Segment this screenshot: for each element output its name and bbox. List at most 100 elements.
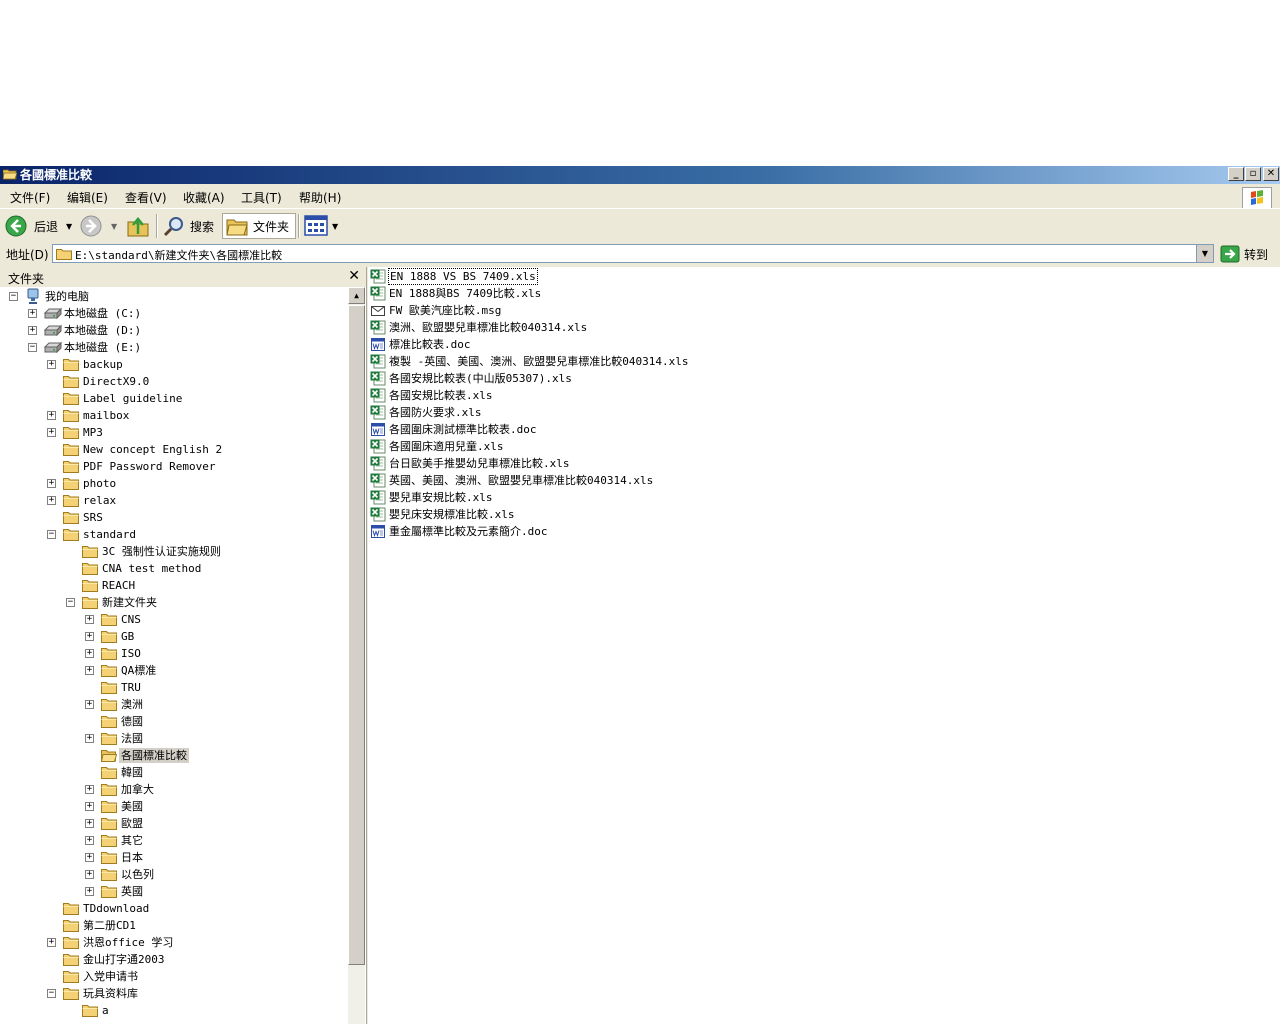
expand-icon[interactable]: +: [85, 887, 94, 896]
tree-item[interactable]: + 法國: [0, 730, 348, 747]
tree-item[interactable]: PDF Password Remover: [0, 458, 348, 475]
expand-icon[interactable]: +: [47, 938, 56, 947]
tree-item[interactable]: DirectX9.0: [0, 373, 348, 390]
menu-view[interactable]: 查看(V): [125, 189, 167, 206]
tree-item[interactable]: − 本地磁盘 (E:): [0, 339, 348, 356]
tree-item[interactable]: + 本地磁盘 (D:): [0, 322, 348, 339]
expand-icon[interactable]: +: [85, 734, 94, 743]
file-item[interactable]: FW 歐美汽座比較.msg: [370, 302, 502, 319]
tree-item[interactable]: + GB: [0, 628, 348, 645]
tree-item[interactable]: − 玩具资料库: [0, 985, 348, 1002]
menu-favorites[interactable]: 收藏(A): [183, 189, 225, 206]
tree-item[interactable]: 第二册CD1: [0, 917, 348, 934]
tree-item[interactable]: REACH: [0, 577, 348, 594]
file-item[interactable]: 各國圍床適用兒童.xls: [370, 438, 505, 455]
file-item[interactable]: 各國安規比較表.xls: [370, 387, 494, 404]
views-dropdown-icon[interactable]: ▼: [332, 222, 338, 231]
expand-icon[interactable]: +: [28, 326, 37, 335]
minimize-button[interactable]: _: [1228, 167, 1244, 181]
tree-item[interactable]: + 加拿大: [0, 781, 348, 798]
folder-pane-close-icon[interactable]: ✕: [348, 268, 360, 284]
tree-item[interactable]: − 我的电脑: [0, 288, 348, 305]
menu-file[interactable]: 文件(F): [10, 189, 50, 206]
address-input[interactable]: E:\standard\新建文件夹\各國標准比較 ▼: [52, 244, 1214, 263]
tree-item[interactable]: 金山打字通2003: [0, 951, 348, 968]
tree-item[interactable]: CNA test method: [0, 560, 348, 577]
tree-item[interactable]: + CNS: [0, 611, 348, 628]
views-button[interactable]: ▼: [304, 213, 338, 239]
tree-item[interactable]: 入党申请书: [0, 968, 348, 985]
tree-item[interactable]: + photo: [0, 475, 348, 492]
expand-icon[interactable]: +: [85, 615, 94, 624]
tree-item[interactable]: + 其它: [0, 832, 348, 849]
up-folder-button[interactable]: [126, 213, 150, 239]
file-item[interactable]: 複製 -英國、美國、澳洲、歐盟嬰兒車標准比較040314.xls: [370, 353, 689, 370]
tree-item[interactable]: + 以色列: [0, 866, 348, 883]
tree-item[interactable]: + 洪恩office 学习: [0, 934, 348, 951]
tree-item[interactable]: 3C 强制性认证实施规则: [0, 543, 348, 560]
file-item[interactable]: 澳洲、歐盟嬰兒車標准比較040314.xls: [370, 319, 588, 336]
tree-item[interactable]: a: [0, 1002, 348, 1019]
file-item[interactable]: EN 1888與BS 7409比較.xls: [370, 285, 542, 302]
tree-item[interactable]: New concept English 2: [0, 441, 348, 458]
tree-item[interactable]: + QA標准: [0, 662, 348, 679]
tree-item[interactable]: TDdownload: [0, 900, 348, 917]
tree-item[interactable]: + mailbox: [0, 407, 348, 424]
expand-icon[interactable]: +: [47, 428, 56, 437]
back-button[interactable]: 后退 ▼: [4, 213, 72, 239]
tree-item[interactable]: 各國標准比較: [0, 747, 348, 764]
tree-item[interactable]: + 日本: [0, 849, 348, 866]
file-item[interactable]: 嬰兒床安規標准比較.xls: [370, 506, 516, 523]
expand-icon[interactable]: +: [47, 479, 56, 488]
collapse-icon[interactable]: −: [66, 598, 75, 607]
scroll-up-icon[interactable]: ▲: [348, 287, 365, 304]
collapse-icon[interactable]: −: [28, 343, 37, 352]
tree-item[interactable]: + 英國: [0, 883, 348, 900]
expand-icon[interactable]: +: [85, 649, 94, 658]
expand-icon[interactable]: +: [85, 853, 94, 862]
tree-item[interactable]: + 本地磁盘 (C:): [0, 305, 348, 322]
menu-edit[interactable]: 编辑(E): [67, 189, 108, 206]
expand-icon[interactable]: +: [85, 700, 94, 709]
menu-help[interactable]: 帮助(H): [299, 189, 341, 206]
file-item[interactable]: 標准比較表.doc: [370, 336, 472, 353]
restore-button[interactable]: ▫: [1245, 167, 1261, 181]
forward-dropdown-icon[interactable]: ▼: [111, 222, 117, 231]
back-dropdown-icon[interactable]: ▼: [66, 222, 72, 231]
tree-item[interactable]: + MP3: [0, 424, 348, 441]
close-button[interactable]: ✕: [1263, 167, 1279, 181]
file-item[interactable]: 重金屬標準比較及元素簡介.doc: [370, 523, 549, 540]
expand-icon[interactable]: +: [47, 411, 56, 420]
tree-item[interactable]: + relax: [0, 492, 348, 509]
file-item[interactable]: 各國防火要求.xls: [370, 404, 483, 421]
file-item[interactable]: 嬰兒車安規比較.xls: [370, 489, 494, 506]
tree-scrollbar[interactable]: ▲: [348, 287, 365, 1024]
collapse-icon[interactable]: −: [47, 989, 56, 998]
tree-item[interactable]: + ISO: [0, 645, 348, 662]
collapse-icon[interactable]: −: [47, 530, 56, 539]
collapse-icon[interactable]: −: [9, 292, 18, 301]
file-item[interactable]: 各國安規比較表(中山版05307).xls: [370, 370, 573, 387]
menu-tools[interactable]: 工具(T): [241, 189, 282, 206]
expand-icon[interactable]: +: [28, 309, 37, 318]
expand-icon[interactable]: +: [47, 360, 56, 369]
expand-icon[interactable]: +: [85, 836, 94, 845]
tree-item[interactable]: − standard: [0, 526, 348, 543]
expand-icon[interactable]: +: [85, 632, 94, 641]
tree-item[interactable]: + backup: [0, 356, 348, 373]
forward-button[interactable]: ▼: [79, 213, 117, 239]
tree-item[interactable]: + 歐盟: [0, 815, 348, 832]
tree-item[interactable]: SRS: [0, 509, 348, 526]
expand-icon[interactable]: +: [85, 785, 94, 794]
tree-item[interactable]: + 美國: [0, 798, 348, 815]
expand-icon[interactable]: +: [85, 666, 94, 675]
tree-item[interactable]: Label guideline: [0, 390, 348, 407]
title-bar[interactable]: 各國標准比較 _ ▫ ✕: [0, 166, 1280, 184]
expand-icon[interactable]: +: [85, 819, 94, 828]
expand-icon[interactable]: +: [85, 802, 94, 811]
file-item[interactable]: EN 1888 VS BS 7409.xls: [370, 268, 538, 285]
address-dropdown-icon[interactable]: ▼: [1196, 245, 1213, 262]
tree-item[interactable]: 韓國: [0, 764, 348, 781]
tree-item[interactable]: 德國: [0, 713, 348, 730]
folders-button[interactable]: 文件夹: [222, 213, 297, 239]
